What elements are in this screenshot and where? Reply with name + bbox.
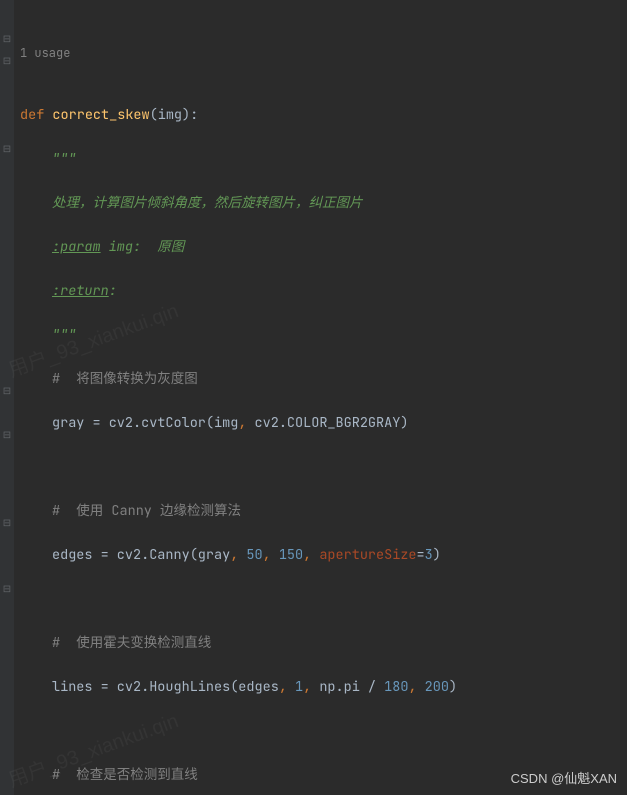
kwarg: apertureSize <box>319 546 416 564</box>
code-text: lines = cv2.HoughLines(edges <box>52 678 279 696</box>
code-text: gray = cv2.cvtColor(img <box>52 414 238 432</box>
fold-icon[interactable]: ⊟ <box>2 518 12 528</box>
footer-credit: CSDN @仙魁XAN <box>511 768 617 787</box>
fold-icon[interactable]: ⊟ <box>2 430 12 440</box>
docstring-close: """ <box>52 326 76 344</box>
num: 150 <box>279 546 303 564</box>
num: 180 <box>384 678 408 696</box>
comment: # 将图像转换为灰度图 <box>52 370 198 388</box>
usage-hint[interactable]: 1 usage <box>20 46 627 60</box>
num: 3 <box>425 546 433 564</box>
docstring-open: """ <box>52 150 76 168</box>
num: 200 <box>425 678 449 696</box>
doc-return: : <box>109 282 117 300</box>
func-name: correct_skew <box>52 106 149 124</box>
fold-icon[interactable]: ⊟ <box>2 144 12 154</box>
fold-icon[interactable]: ⊟ <box>2 584 12 594</box>
fold-icon[interactable]: ⊟ <box>2 386 12 396</box>
code-text: np.pi <box>319 678 360 696</box>
fold-icon[interactable]: ⊟ <box>2 56 12 66</box>
doc-line: 处理，计算图片倾斜角度，然后旋转图片，纠正图片 <box>52 194 363 212</box>
kw-def: def <box>20 106 44 124</box>
punct: , <box>238 414 254 432</box>
code-editor: ⊟ ⊟ ⊟ ⊟ ⊟ ⊟ ⊟ 1 usage def correct_skew(i… <box>0 0 627 795</box>
param: img <box>158 106 182 124</box>
code-area[interactable]: 1 usage def correct_skew(img): """ 处理，计算… <box>14 0 627 795</box>
doc-param: img: 原图 <box>101 238 185 256</box>
comment: # 使用 Canny 边缘检测算法 <box>52 502 241 520</box>
comment: # 使用霍夫变换检测直线 <box>52 634 211 652</box>
fold-icon[interactable]: ⊟ <box>2 34 12 44</box>
doc-param-tag: :param <box>52 238 101 256</box>
code-text: edges = cv2.Canny(gray <box>52 546 230 564</box>
punct: = <box>417 546 425 564</box>
gutter: ⊟ ⊟ ⊟ ⊟ ⊟ ⊟ ⊟ <box>0 0 14 795</box>
doc-return-tag: :return <box>52 282 109 300</box>
comment: # 检查是否检测到直线 <box>52 766 198 784</box>
num: 50 <box>246 546 262 564</box>
num: 1 <box>295 678 303 696</box>
code-text: cv2.COLOR_BGR2GRAY) <box>255 414 409 432</box>
